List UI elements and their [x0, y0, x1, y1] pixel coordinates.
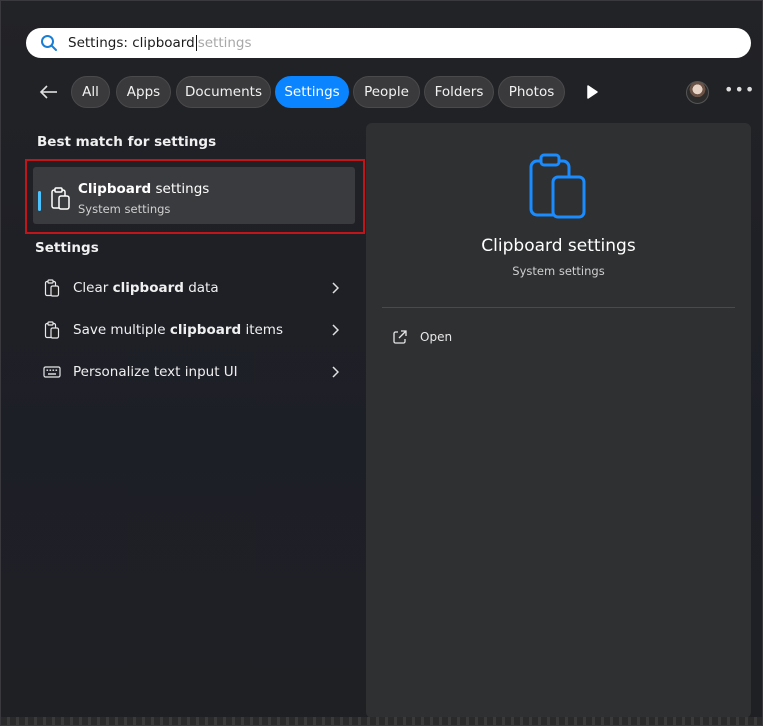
- taskbar-edge: [1, 717, 762, 725]
- more-filters-button[interactable]: [585, 84, 599, 100]
- filter-settings[interactable]: Settings: [275, 76, 349, 108]
- best-match-title: Clipboard settings: [78, 181, 210, 197]
- filter-folders[interactable]: Folders: [424, 76, 494, 108]
- user-avatar[interactable]: [686, 81, 709, 104]
- search-autocomplete-suggestion: settings: [197, 35, 252, 51]
- text-caret: [195, 35, 197, 51]
- filter-all[interactable]: All: [71, 76, 110, 108]
- search-input-text[interactable]: Settings: clipboard: [68, 35, 195, 51]
- back-button[interactable]: [37, 80, 61, 104]
- selection-indicator: [38, 191, 41, 211]
- filter-apps[interactable]: Apps: [116, 76, 171, 108]
- result-personalize-text-input-ui[interactable]: Personalize text input UI: [31, 354, 345, 390]
- open-external-icon: [393, 330, 407, 344]
- result-clear-clipboard-data[interactable]: Clear clipboard data: [31, 270, 345, 306]
- chevron-right-icon: [332, 324, 339, 336]
- keyboard-icon: [43, 363, 61, 381]
- filter-people[interactable]: People: [353, 76, 420, 108]
- search-icon: [40, 34, 58, 52]
- open-label: Open: [420, 330, 453, 344]
- chevron-right-icon: [332, 366, 339, 378]
- search-box[interactable]: Settings: clipboard settings: [26, 28, 751, 58]
- windows-search-window: Settings: clipboard settings All Apps Do…: [0, 0, 763, 726]
- clipboard-icon: [43, 279, 61, 297]
- clipboard-icon: [50, 187, 72, 211]
- preview-pane: Clipboard settings System settings Open: [366, 123, 751, 718]
- best-match-result[interactable]: Clipboard settings System settings: [33, 167, 355, 224]
- settings-heading: Settings: [35, 240, 99, 256]
- more-options-icon[interactable]: •••: [724, 82, 754, 100]
- highlight-box: Clipboard settings System settings: [25, 159, 365, 234]
- best-match-subtitle: System settings: [78, 202, 171, 216]
- open-action[interactable]: Open: [392, 327, 452, 347]
- play-icon: [587, 85, 598, 99]
- preview-subtitle: System settings: [512, 264, 605, 278]
- preview-title: Clipboard settings: [481, 236, 636, 256]
- arrow-left-icon: [39, 85, 57, 99]
- clipboard-icon: [43, 321, 61, 339]
- clipboard-icon: [528, 153, 588, 219]
- best-match-heading: Best match for settings: [37, 134, 217, 150]
- result-save-multiple-clipboard-items[interactable]: Save multiple clipboard items: [31, 312, 345, 348]
- filter-photos[interactable]: Photos: [498, 76, 565, 108]
- divider: [382, 307, 735, 308]
- chevron-right-icon: [332, 282, 339, 294]
- filter-documents[interactable]: Documents: [176, 76, 271, 108]
